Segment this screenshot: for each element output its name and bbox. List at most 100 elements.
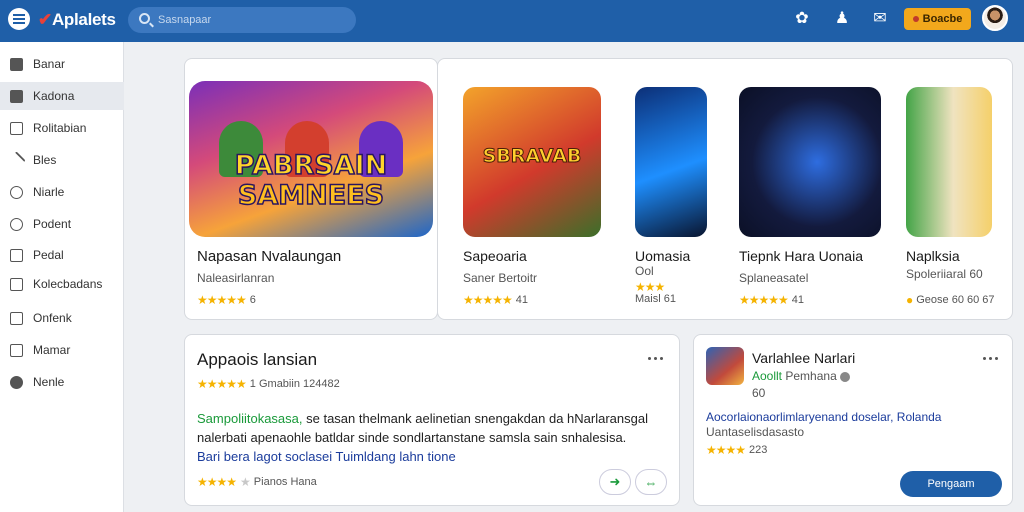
sidebar-item-mamar[interactable]: Mamar [0,336,124,364]
review-card: Appaois lansian ★★★★★ 1 Gmabiin 124482 Sa… [184,334,680,506]
sidebar-item-nenle[interactable]: Nenle [0,368,124,396]
app-tile[interactable] [906,87,992,237]
gear-icon [10,217,23,231]
app-rating: ★★★★★ 41 [463,293,529,307]
verified-icon [840,371,851,382]
star-icon: ★★★ [635,280,665,294]
sidebar-item-kadona[interactable]: Kadona [0,82,124,110]
app-subtext: Uantaselisdasasto [706,425,805,439]
sidebar-item-label: Nenle [33,375,65,389]
folder-icon [10,89,23,103]
sidebar-item-pedal[interactable]: Pedal [0,241,124,269]
review-rating: ★★★★★ 1 Gmabiin 124482 [197,377,340,391]
sidebar: Banar Kadona Rolitabian Bles Niarle Pode… [0,42,124,512]
pin-icon [10,375,23,389]
sidebar-item-kolecbadans[interactable]: Kolecbadans [0,270,124,298]
camera-icon [10,185,23,199]
app-rating: ★★★★ 223 [706,443,768,457]
top-bar: ✔Aplalets ✿ ♟ ✉ Boacbe [0,0,1024,42]
banner-text: SBRAVAB [482,145,582,168]
sidebar-item-label: Pedal [33,248,64,262]
tools-icon [7,150,26,170]
app-title[interactable]: Tiepnk Hara Uonaia [739,248,863,264]
grid-icon [10,121,23,135]
more-options-icon[interactable] [645,353,665,363]
app-title[interactable]: Sapeoaria [463,248,527,264]
star-icon: ★★★★★ [739,293,789,307]
sidebar-item-label: Mamar [33,343,71,357]
avatar[interactable] [982,5,1008,31]
sidebar-item-rolitabian[interactable]: Rolitabian [0,114,124,142]
sidebar-item-label: Kolecbadans [33,277,103,291]
share-icon [10,311,23,325]
app-tile[interactable] [739,87,881,237]
app-thumbnail[interactable] [706,347,744,385]
app-tile[interactable]: SBRAVAB [463,87,601,237]
sidebar-item-label: Onfenk [33,311,72,325]
app-link[interactable]: Aocorlaionaorlimlaryenand doselar, Rolan… [706,410,941,424]
review-title: Appaois lansian [197,350,318,369]
search-input[interactable] [158,12,338,28]
banner-text: PABRSAIN SAMNEES [234,150,388,212]
app-subtitle: Ool [635,264,654,278]
review-body: Sampoliitokasasa, se tasan thelmank aeli… [197,411,648,464]
app-tile[interactable] [635,87,707,237]
sidebar-item-label: Rolitabian [33,121,87,135]
get-button[interactable]: Pengaam [900,471,1002,497]
app-title[interactable]: Naplksia [906,248,960,264]
sidebar-item-label: Bles [33,153,57,167]
share-icon[interactable]: ⇔ [635,469,667,495]
notify-dot [912,16,919,22]
app-author: Aoollt Pemhana [752,369,851,383]
home-icon [10,57,23,71]
app-logo[interactable]: ✔Aplalets [38,10,116,30]
app-subtitle: Saner Bertoitr [463,271,538,285]
gift-icon[interactable]: ✿ [793,10,811,28]
thumbs-up-icon[interactable]: ➜ [599,469,631,495]
sidebar-item-podent[interactable]: Podent [0,210,124,238]
app-rating: ★★★★★ 6 [197,293,256,307]
app-rating: ★★★★★ 41 [739,293,805,307]
featured-app-banner[interactable]: PABRSAIN SAMNEES [189,81,433,237]
app-rating: ★★★ [635,280,665,294]
star-icon: ★★★★★ [197,293,247,307]
chat-icon[interactable]: ✉ [871,10,889,28]
sidebar-item-bles[interactable]: Bles [0,146,124,174]
star-icon: ★★★★ [706,443,746,457]
star-icon: ★★★★★ [463,293,513,307]
star-icon: ★★★★ [197,475,237,489]
review-footer-rating: ★★★★ ★ Pianos Hana [197,475,317,489]
more-options-icon[interactable] [980,353,1000,363]
star-empty-icon: ★ [240,475,251,489]
app-rating-meta: Maisl 61 [635,293,676,305]
star-icon: ★★★★★ [197,377,247,391]
sidebar-item-label: Kadona [33,89,75,103]
sidebar-item-label: Banar [33,57,66,71]
sidebar-item-label: Niarle [33,185,65,199]
app-title[interactable]: Napasan Nvalaungan [197,248,341,265]
app-rating: ● Geose 60 60 67 [906,293,995,307]
app-subtitle: Spoleriiaral 60 [906,267,983,281]
search-bar[interactable] [128,7,356,33]
notify-button[interactable]: Boacbe [904,8,971,30]
menu-icon[interactable] [8,8,30,30]
app-row-card: SBRAVAB Sapeoaria Saner Bertoitr ★★★★★ 41… [437,58,1013,320]
sidebar-item-onfenk[interactable]: Onfenk [0,304,124,332]
bookmark-icon [10,277,23,291]
bell-icon[interactable]: ♟ [833,10,851,28]
sidebar-item-label: Podent [33,217,72,231]
app-title[interactable]: Uomasia [635,248,690,264]
app-title[interactable]: Varlahlee Narlari [752,350,855,366]
search-icon [139,13,150,24]
sidebar-item-niarle[interactable]: Niarle [0,178,124,206]
list-icon [10,248,23,262]
app-subtitle: Splaneasatel [739,271,809,285]
app-detail-card: Varlahlee Narlari Aoollt Pemhana 60 Aoco… [693,334,1013,506]
sidebar-item-banar[interactable]: Banar [0,50,124,78]
app-meta: 60 [752,386,766,400]
star-icon: ● [906,293,913,307]
featured-app-card[interactable]: PABRSAIN SAMNEES Napasan Nvalaungan Nale… [184,58,438,320]
review-link[interactable]: Bari bera lagot soclasei Tuimldang lahn … [197,449,456,464]
app-subtitle: Naleasirlanran [197,271,275,285]
box-icon [10,343,23,357]
